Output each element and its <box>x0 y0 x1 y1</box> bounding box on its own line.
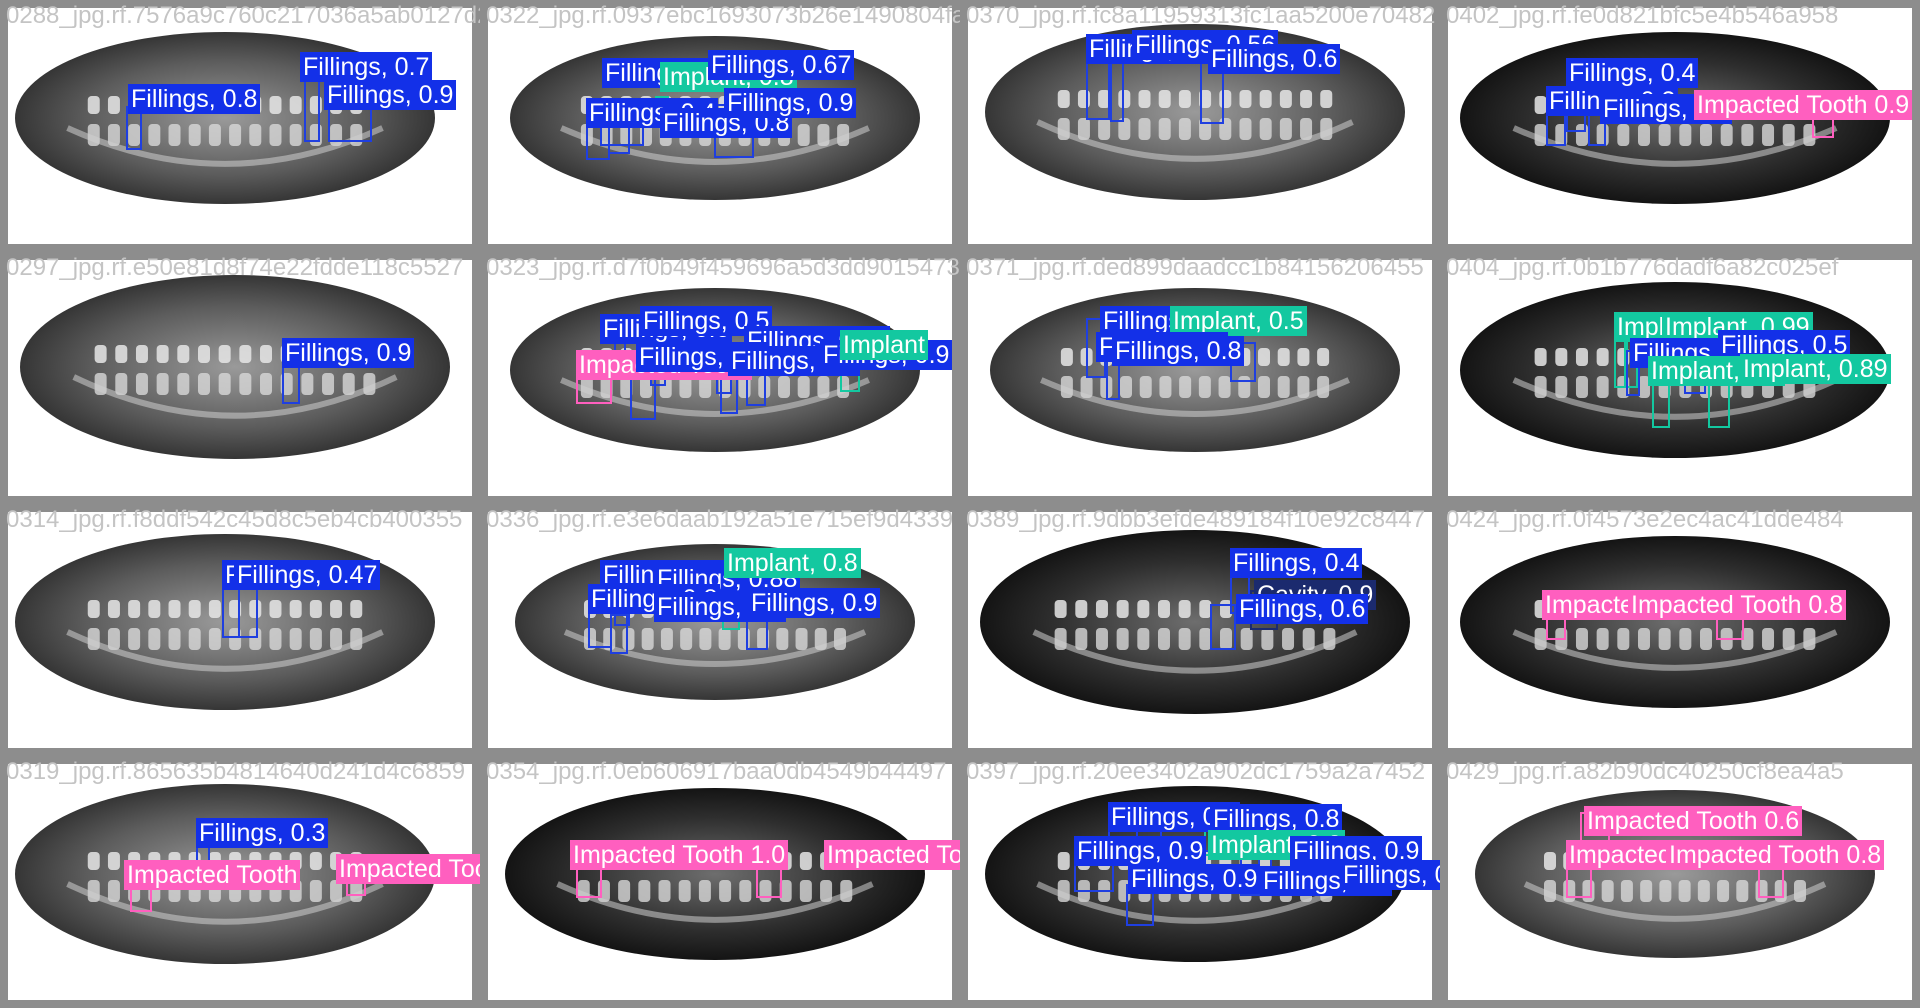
detection-box <box>238 582 258 638</box>
detection-box <box>1106 360 1120 400</box>
tile-filename: 0314_jpg.rf.f8ddf542c45d8c5eb4cb400355 <box>6 506 463 533</box>
detection-label: Implant, 0.8 <box>724 548 861 578</box>
detection-label: Fillings, 0.9 <box>1340 860 1440 890</box>
detection-label: Impacted Tooth 1.0 <box>570 840 789 870</box>
panoramic-xray-image <box>20 275 450 459</box>
detection-label: Fillings, 0.6 <box>1236 594 1369 624</box>
detection-label: Fillings, 0.47 <box>234 560 381 590</box>
detection-label: Fillings, 0.4 <box>1566 58 1699 88</box>
detection-label: Fillings, 0.7 <box>300 52 433 82</box>
detection-box <box>1110 58 1124 122</box>
detection-label: Impacted Tooth 0.9 <box>336 854 480 884</box>
detection-label: Fillings, 0.3 <box>196 818 329 848</box>
detection-label: Fillings, 0.9 <box>724 88 857 118</box>
tile-filename: 0429_jpg.rf.a82b90dc40250cf8ea4a5 <box>1446 758 1844 785</box>
mosaic-tile: 0370_jpg.rf.fc8a11959313fc1aa5200e70482 F… <box>960 0 1440 252</box>
detection-label: Fillings, 0.8 <box>128 84 261 114</box>
mosaic-tile: 0323_jpg.rf.d7f0b49f459696a5d3dd90154737… <box>480 252 960 504</box>
detection-label: Fillings, 0.67 <box>708 50 855 80</box>
mosaic-tile: 0322_jpg.rf.0937ebc1693073b26e1490804fa F… <box>480 0 960 252</box>
detection-box <box>630 374 656 420</box>
mosaic-tile: 0429_jpg.rf.a82b90dc40250cf8ea4a5 Impacte… <box>1440 756 1920 1008</box>
mosaic-tile: 0354_jpg.rf.0eb606917baa0db4549b44497 Imp… <box>480 756 960 1008</box>
tile-filename: 0319_jpg.rf.865635b4814640d241d4c6859 <box>6 758 466 785</box>
detection-label: Impacted Tooth 0.8 <box>1666 840 1885 870</box>
panoramic-xray-image <box>505 788 925 960</box>
mosaic-tile: 0397_jpg.rf.20ee3402a902dc1759a2a7452 Fil… <box>960 756 1440 1008</box>
mosaic-tile: 0402_jpg.rf.fe0d821bfc5e4b546a958 Filling… <box>1440 0 1920 252</box>
mosaic-tile: 0389_jpg.rf.9dbb3efde489184f10e92c8447 Fi… <box>960 504 1440 756</box>
detection-box <box>576 866 602 898</box>
detection-box <box>588 608 612 648</box>
mosaic-tile: 0319_jpg.rf.865635b4814640d241d4c6859 Fil… <box>0 756 480 1008</box>
mosaic-tile: 0404_jpg.rf.0b1b776dadf6a82c025ef Implant… <box>1440 252 1920 504</box>
detection-label: Fillings, 0.9 <box>324 80 457 110</box>
mosaic-tile: 0424_jpg.rf.0f4573e2ec4ac41dde484 Impacte… <box>1440 504 1920 756</box>
tile-filename: 0323_jpg.rf.d7f0b49f459696a5d3dd90154737 <box>486 254 960 281</box>
tile-filename: 0404_jpg.rf.0b1b776dadf6a82c025ef <box>1446 254 1839 281</box>
panoramic-xray-image <box>1460 536 1890 708</box>
mosaic-tile: 0297_jpg.rf.e50e81d8f74e22fdde118c5527 Fi… <box>0 252 480 504</box>
tile-filename: 0371_jpg.rf.ded899daadcc1b84156206455 <box>966 254 1424 281</box>
detection-mosaic: 0288_jpg.rf.7576a9c760c217036a5ab0127d2b… <box>0 0 1920 1008</box>
detection-label: Impacted Tooth 0.7 <box>824 840 960 870</box>
tile-filename: 0288_jpg.rf.7576a9c760c217036a5ab0127d2b… <box>6 2 480 29</box>
detection-label: Impacted Tooth 0.8 <box>1628 590 1847 620</box>
detection-label: Fillings, 0.9 <box>1128 864 1261 894</box>
panoramic-xray-image <box>1460 32 1890 204</box>
mosaic-tile: 0314_jpg.rf.f8ddf542c45d8c5eb4cb400355 Fi… <box>0 504 480 756</box>
tile-filename: 0397_jpg.rf.20ee3402a902dc1759a2a7452 <box>966 758 1426 785</box>
detection-label: Impacted Tooth 0.6 <box>1584 806 1803 836</box>
detection-label: Implant, 0.89 <box>1740 354 1891 384</box>
panoramic-xray-image <box>980 530 1410 714</box>
detection-label: Fillings, 0.9 <box>1074 836 1207 866</box>
mosaic-tile: 0371_jpg.rf.ded899daadcc1b84156206455 Fil… <box>960 252 1440 504</box>
mosaic-tile: 0336_jpg.rf.e3e6daab192a51e715ef9d4339 Fi… <box>480 504 960 756</box>
panoramic-xray-image <box>990 288 1400 452</box>
detection-label: Fillings, 0.9 <box>748 588 881 618</box>
detection-box <box>756 866 782 898</box>
detection-label: Fillings, 0.8 <box>1112 336 1245 366</box>
tile-filename: 0354_jpg.rf.0eb606917baa0db4549b44497 <box>486 758 947 785</box>
detection-label: Impacted Tooth 0.9 <box>1694 90 1913 120</box>
panoramic-xray-image <box>15 32 435 204</box>
detection-label: Implant <box>840 330 928 360</box>
detection-box <box>610 614 628 654</box>
detection-label: Fillings, 0.6 <box>1208 44 1341 74</box>
detection-label: Fillings, 0.9 <box>282 338 415 368</box>
tile-filename: 0424_jpg.rf.0f4573e2ec4ac41dde484 <box>1446 506 1844 533</box>
tile-filename: 0297_jpg.rf.e50e81d8f74e22fdde118c5527 <box>6 254 464 281</box>
mosaic-tile: 0288_jpg.rf.7576a9c760c217036a5ab0127d2b… <box>0 0 480 252</box>
detection-box <box>1086 56 1110 120</box>
panoramic-xray-image <box>1475 790 1875 958</box>
panoramic-xray-image <box>515 544 915 700</box>
tile-filename: 0322_jpg.rf.0937ebc1693073b26e1490804fa <box>486 2 960 29</box>
detection-label: Fillings, 0.4 <box>1230 548 1363 578</box>
tile-filename: 0389_jpg.rf.9dbb3efde489184f10e92c8447 <box>966 506 1426 533</box>
detection-box <box>1210 604 1236 650</box>
tile-filename: 0402_jpg.rf.fe0d821bfc5e4b546a958 <box>1446 2 1839 29</box>
tile-filename: 0336_jpg.rf.e3e6daab192a51e715ef9d4339 <box>486 506 954 533</box>
tile-filename: 0370_jpg.rf.fc8a11959313fc1aa5200e70482 <box>966 2 1436 29</box>
detection-label: Impacted Tooth <box>124 860 301 890</box>
